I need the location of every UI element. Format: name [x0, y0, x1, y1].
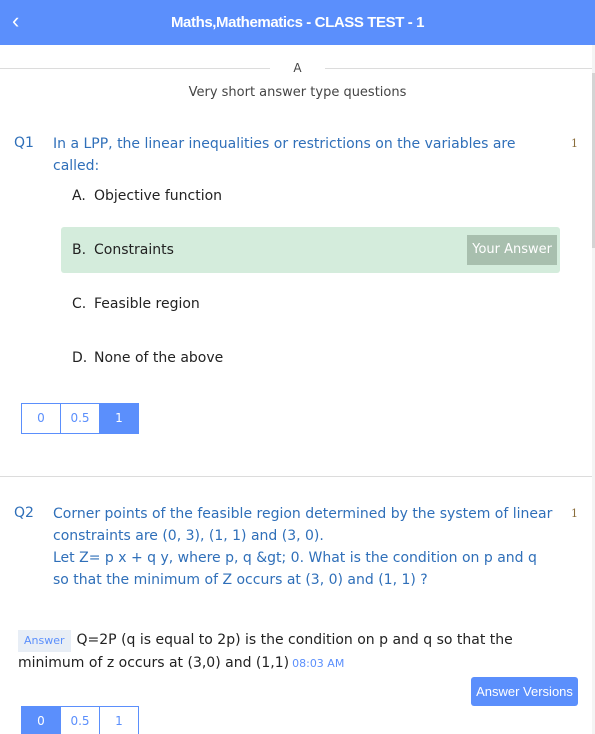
option-letter: C.: [72, 296, 87, 312]
answer-text: Q=2P (q is equal to 2p) is the condition…: [18, 632, 513, 671]
option-text: Feasible region: [94, 296, 200, 312]
your-answer-badge: Your Answer: [467, 235, 557, 265]
answer-versions-button[interactable]: Answer Versions: [471, 677, 578, 706]
option-text: Constraints: [94, 242, 174, 258]
score-button-0-5[interactable]: 0.5: [60, 706, 100, 734]
answer-tag: Answer: [18, 630, 71, 652]
option-text: None of the above: [94, 350, 224, 366]
score-button-0[interactable]: 0: [21, 403, 61, 434]
app-header: ‹ Maths,Mathematics - CLASS TEST - 1: [0, 0, 595, 45]
option-letter: B.: [72, 242, 87, 258]
option-text: Objective function: [94, 188, 223, 204]
page-title: Maths,Mathematics - CLASS TEST - 1: [170, 14, 425, 31]
score-selector-q1: 0 0.5 1: [21, 403, 139, 434]
option-a[interactable]: A. Objective function: [61, 173, 560, 219]
question-number: Q1: [14, 135, 34, 151]
option-d[interactable]: D. None of the above: [61, 335, 560, 381]
question-text-line: Corner points of the feasible region det…: [53, 506, 553, 522]
score-button-1[interactable]: 1: [99, 403, 139, 434]
question-text-line: Let Z= p x + q y, where p, q &gt; 0. Wha…: [53, 550, 537, 566]
section-letter: A: [293, 61, 302, 75]
question-divider: [0, 476, 592, 477]
score-selector-q2: 0 0.5 1: [21, 706, 139, 734]
question-marks: 1: [571, 137, 578, 150]
question-text-line: so that the minimum of Z occurs at (3, 0…: [53, 572, 428, 588]
question-number: Q2: [14, 505, 34, 521]
score-button-0[interactable]: 0: [21, 706, 61, 734]
question-marks: 1: [571, 507, 578, 520]
student-answer: Answer Q=2P (q is equal to 2p) is the con…: [18, 629, 583, 675]
option-c[interactable]: C. Feasible region: [61, 281, 560, 327]
score-button-1[interactable]: 1: [99, 706, 139, 734]
section-description: Very short answer type questions: [188, 85, 407, 100]
option-letter: A.: [72, 188, 86, 204]
answer-timestamp: 08:03 AM: [292, 657, 345, 670]
option-b[interactable]: B. Constraints Your Answer: [61, 227, 560, 273]
score-button-0-5[interactable]: 0.5: [60, 403, 100, 434]
question-text: Corner points of the feasible region det…: [53, 503, 553, 591]
question-text-line: constraints are (0, 3), (1, 1) and (3, 0…: [53, 528, 324, 544]
question-text: In a LPP, the linear inequalities or res…: [53, 136, 516, 174]
option-letter: D.: [72, 350, 88, 366]
